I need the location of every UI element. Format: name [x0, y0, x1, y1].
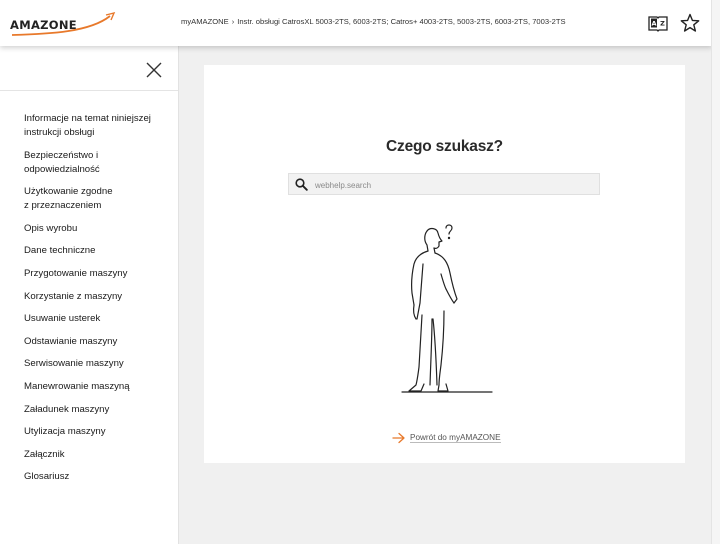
breadcrumb: myAMAZONE › Instr. obsługi CatrosXL 5003-2…	[181, 17, 566, 26]
top-header: AMAZONE myAMAZONE › Instr. obsługi CatrosX…	[0, 0, 712, 46]
sidebar-item[interactable]: Manewrowanie maszyną	[24, 380, 174, 394]
sidebar-item[interactable]: Usuwanie usterek	[24, 312, 174, 326]
back-link-label: Powrót do myAMAZONE	[410, 433, 501, 443]
arrow-right-icon	[392, 432, 405, 444]
svg-text:Z: Z	[660, 20, 665, 28]
page-title: Czego szukasz?	[386, 138, 503, 155]
dictionary-icon[interactable]: A Z	[648, 13, 668, 33]
star-icon[interactable]	[680, 13, 700, 33]
sidebar-item[interactable]: Korzystanie z maszyny	[24, 290, 174, 304]
search-box[interactable]	[288, 173, 600, 195]
breadcrumb-separator: ›	[231, 17, 235, 26]
sidebar-nav: Informacje na temat niniejszej instrukcj…	[24, 112, 174, 493]
sidebar-item[interactable]: Dane techniczne	[24, 244, 174, 258]
sidebar-divider	[0, 90, 178, 91]
breadcrumb-home-link[interactable]: myAMAZONE	[181, 17, 229, 26]
sidebar-item[interactable]: Załącznik	[24, 448, 174, 462]
thinking-person-illustration	[401, 224, 493, 393]
sidebar-item[interactable]: Informacje na temat niniejszej instrukcj…	[24, 112, 174, 140]
sidebar-item[interactable]: Użytkowanie zgodne z przeznaczeniem	[24, 185, 174, 213]
sidebar-item[interactable]: Bezpieczeństwo i odpowiedzialność	[24, 149, 174, 177]
svg-text:A: A	[651, 20, 656, 28]
sidebar: Informacje na temat niniejszej instrukcj…	[0, 46, 179, 544]
sidebar-item[interactable]: Załadunek maszyny	[24, 403, 174, 417]
close-icon[interactable]	[145, 61, 163, 79]
sidebar-item[interactable]: Opis wyrobu	[24, 222, 174, 236]
breadcrumb-current: Instr. obsługi CatrosXL 5003-2TS, 6003-2…	[237, 17, 566, 26]
sidebar-item[interactable]: Utylizacja maszyny	[24, 425, 174, 439]
logo-text: AMAZONE	[10, 18, 77, 32]
page-scrollbar[interactable]	[711, 0, 720, 544]
sidebar-item[interactable]: Odstawianie maszyny	[24, 335, 174, 349]
search-input[interactable]	[313, 176, 599, 194]
sidebar-item[interactable]: Serwisowanie maszyny	[24, 357, 174, 371]
amazone-logo[interactable]: AMAZONE	[10, 12, 118, 38]
search-card: Czego szukasz? webhelp.search Powrót do …	[204, 65, 685, 463]
sidebar-item[interactable]: Przygotowanie maszyny	[24, 267, 174, 281]
sidebar-item[interactable]: Glosariusz	[24, 470, 174, 484]
search-icon[interactable]	[295, 178, 308, 191]
